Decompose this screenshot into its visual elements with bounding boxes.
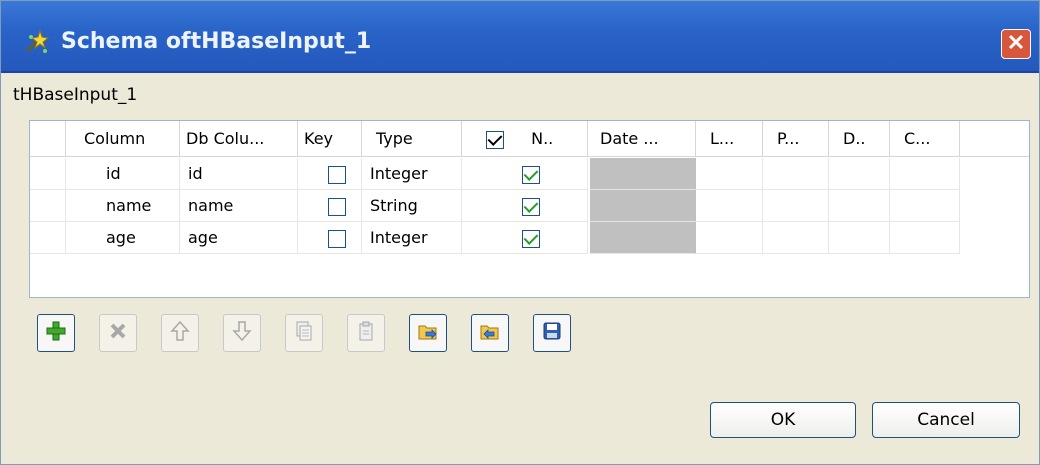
cell-column[interactable]: id: [66, 158, 180, 190]
schema-table[interactable]: Column Db Colu... Key Type N.. Date ... …: [29, 120, 1030, 298]
cell-length[interactable]: [696, 222, 763, 254]
arrow-up-icon: [170, 320, 190, 346]
arrow-down-icon: [232, 320, 252, 346]
key-checkbox[interactable]: [328, 197, 346, 216]
ok-button[interactable]: OK: [710, 402, 856, 438]
table-row[interactable]: name name String: [30, 190, 960, 222]
cell-type[interactable]: Integer: [362, 222, 462, 254]
header-comment[interactable]: C...: [890, 121, 960, 157]
header-nullable-checkbox[interactable]: [486, 130, 504, 149]
cell-precision[interactable]: [763, 190, 829, 222]
cell-nullable[interactable]: [462, 222, 588, 254]
add-row-button[interactable]: [37, 314, 75, 352]
save-schema-button[interactable]: [533, 314, 571, 352]
header-column[interactable]: Column: [66, 121, 180, 157]
move-down-button[interactable]: [223, 314, 261, 352]
cell-comment[interactable]: [890, 190, 960, 222]
header-precision[interactable]: P...: [763, 121, 829, 157]
copy-icon: [294, 320, 314, 346]
move-up-button[interactable]: [161, 314, 199, 352]
nullable-checkbox[interactable]: [522, 229, 540, 248]
cell-type[interactable]: String: [362, 190, 462, 222]
header-db-column[interactable]: Db Colu...: [180, 121, 298, 157]
cell-db-column[interactable]: id: [180, 158, 298, 190]
schema-wand-icon: [23, 29, 50, 55]
cell-db-column[interactable]: age: [180, 222, 298, 254]
header-nullable[interactable]: N..: [462, 121, 588, 157]
table-row[interactable]: id id Integer: [30, 158, 960, 190]
delete-row-button[interactable]: [99, 314, 137, 352]
component-name-label: tHBaseInput_1: [13, 85, 138, 105]
header-type[interactable]: Type: [362, 121, 462, 157]
export-icon: [479, 320, 501, 346]
cell-date-pattern: [590, 190, 696, 222]
plus-icon: [45, 320, 67, 346]
table-row[interactable]: age age Integer: [30, 222, 960, 254]
cell-default[interactable]: [829, 190, 890, 222]
cell-key[interactable]: [298, 158, 362, 190]
cell-precision[interactable]: [763, 158, 829, 190]
cell-nullable[interactable]: [462, 190, 588, 222]
cell-key[interactable]: [298, 222, 362, 254]
export-schema-button[interactable]: [471, 314, 509, 352]
cell-column[interactable]: age: [66, 222, 180, 254]
cancel-button[interactable]: Cancel: [872, 402, 1020, 438]
close-icon: [1007, 33, 1025, 55]
save-icon: [542, 321, 562, 345]
cell-default[interactable]: [829, 222, 890, 254]
cell-comment[interactable]: [890, 158, 960, 190]
schema-dialog: Schema oftHBaseInput_1 tHBaseInput_1 Col…: [0, 0, 1040, 465]
paste-icon: [356, 320, 376, 346]
nullable-checkbox[interactable]: [522, 197, 540, 216]
table-header: Column Db Colu... Key Type N.. Date ... …: [30, 121, 1029, 157]
nullable-checkbox[interactable]: [522, 165, 540, 184]
cell-length[interactable]: [696, 190, 763, 222]
header-nullable-label: N..: [531, 129, 554, 148]
paste-button[interactable]: [347, 314, 385, 352]
x-icon: [108, 321, 128, 345]
cell-key[interactable]: [298, 190, 362, 222]
row-header-corner: [30, 121, 66, 157]
header-length[interactable]: L...: [696, 121, 763, 157]
cell-date-pattern: [590, 222, 696, 254]
key-checkbox[interactable]: [328, 229, 346, 248]
cell-default[interactable]: [829, 158, 890, 190]
cell-type[interactable]: Integer: [362, 158, 462, 190]
cell-nullable[interactable]: [462, 158, 588, 190]
cell-column[interactable]: name: [66, 190, 180, 222]
cell-comment[interactable]: [890, 222, 960, 254]
header-date-pattern[interactable]: Date ...: [588, 121, 696, 157]
cell-db-column[interactable]: name: [180, 190, 298, 222]
window-title: Schema oftHBaseInput_1: [61, 29, 372, 54]
copy-button[interactable]: [285, 314, 323, 352]
header-key[interactable]: Key: [298, 121, 362, 157]
cell-length[interactable]: [696, 158, 763, 190]
key-checkbox[interactable]: [328, 165, 346, 184]
cell-date-pattern: [590, 158, 696, 190]
cell-precision[interactable]: [763, 222, 829, 254]
import-schema-button[interactable]: [409, 314, 447, 352]
close-button[interactable]: [1001, 29, 1031, 59]
import-icon: [417, 320, 439, 346]
header-default[interactable]: D..: [829, 121, 890, 157]
title-bar: Schema oftHBaseInput_1: [1, 1, 1039, 73]
